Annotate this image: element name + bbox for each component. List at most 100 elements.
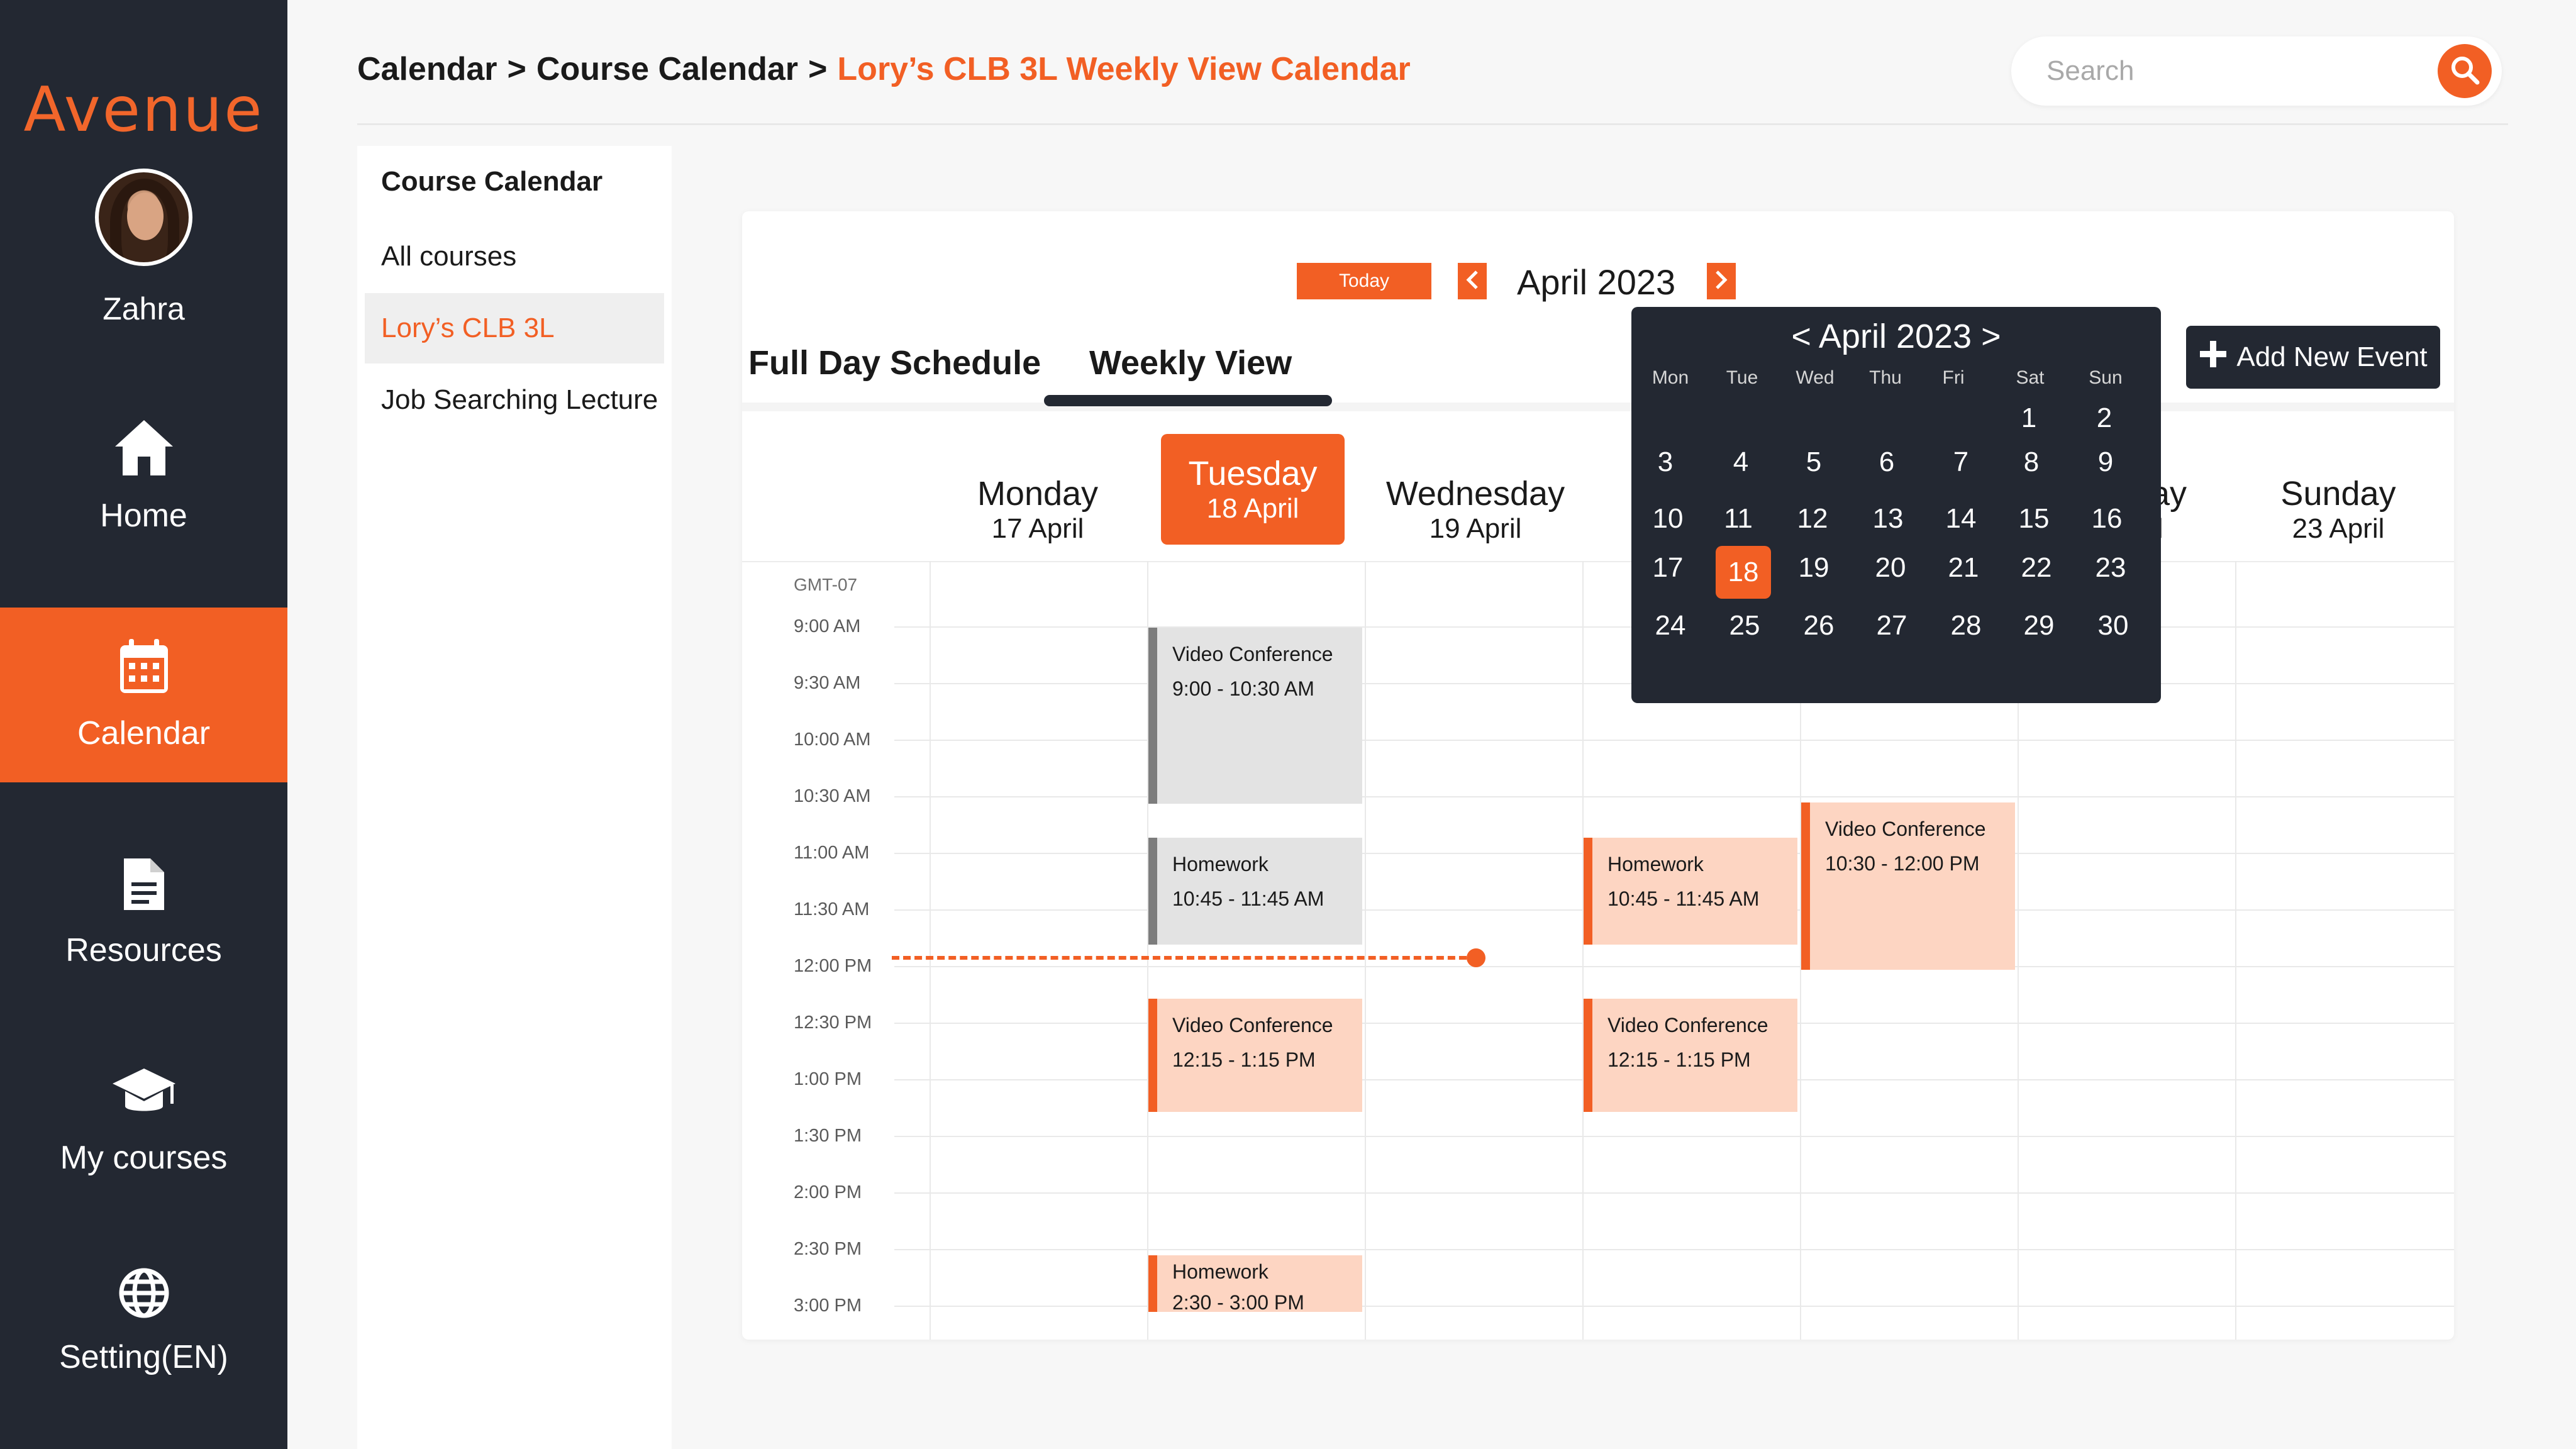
mini-day[interactable]: 24 xyxy=(1639,610,1702,641)
mini-day[interactable]: 29 xyxy=(2007,610,2070,641)
mini-day[interactable]: 13 xyxy=(1857,503,1919,535)
mini-day[interactable]: 16 xyxy=(2075,503,2138,535)
today-button[interactable]: Today xyxy=(1297,263,1431,299)
day-header-wednesday[interactable]: Wednesday 19 April xyxy=(1381,454,1570,565)
breadcrumb-item-calendar[interactable]: Calendar xyxy=(357,50,497,88)
day-header-sunday[interactable]: Sunday 23 April xyxy=(2244,454,2433,565)
sidebar-item-setting[interactable]: Setting(EN) xyxy=(0,1234,287,1409)
prev-month-button[interactable] xyxy=(1458,263,1487,299)
sidebar-item-home[interactable]: Home xyxy=(0,389,287,564)
mini-day[interactable]: 25 xyxy=(1713,610,1776,641)
sidebar-item-calendar[interactable]: Calendar xyxy=(0,608,287,782)
mini-day[interactable]: 19 xyxy=(1782,552,1845,584)
event-video-conference[interactable]: Video Conference 12:15 - 1:15 PM xyxy=(1148,999,1362,1112)
day-header-monday[interactable]: Monday 17 April xyxy=(943,454,1132,565)
mini-day[interactable]: 21 xyxy=(1932,552,1995,584)
time-gridline xyxy=(894,1136,2454,1137)
event-time: 9:00 - 10:30 AM xyxy=(1172,677,1314,700)
mini-day[interactable]: 2 xyxy=(2073,402,2136,434)
mini-day[interactable]: 14 xyxy=(1929,503,1992,535)
course-panel-title: Course Calendar xyxy=(381,166,603,197)
mini-day[interactable]: 7 xyxy=(1929,447,1992,478)
mini-day[interactable]: 23 xyxy=(2079,552,2142,584)
sidebar-item-label: Resources xyxy=(65,932,222,969)
mini-day[interactable]: 4 xyxy=(1709,447,1772,478)
event-time: 12:15 - 1:15 PM xyxy=(1172,1048,1316,1071)
sidebar-item-my-courses[interactable]: My courses xyxy=(0,1034,287,1209)
time-gridline xyxy=(894,1306,2454,1307)
event-video-conference[interactable]: Video Conference 12:15 - 1:15 PM xyxy=(1584,999,1797,1112)
mini-day[interactable]: 28 xyxy=(1935,610,1997,641)
course-item-job-searching[interactable]: Job Searching Lecture xyxy=(365,365,664,435)
mini-day[interactable]: 15 xyxy=(2002,503,2065,535)
current-month: April 2023 xyxy=(1517,262,1676,302)
mini-day[interactable]: 8 xyxy=(2000,447,2063,478)
course-panel: Course Calendar All courses Lory’s CLB 3… xyxy=(357,146,672,1449)
column-divider xyxy=(1582,561,1584,1340)
event-title: Homework xyxy=(1172,853,1269,875)
search-input[interactable] xyxy=(2046,50,2399,92)
mini-day-selected[interactable]: 18 xyxy=(1716,546,1771,599)
day-header-tuesday[interactable]: Tuesday 18 April xyxy=(1161,434,1345,545)
time-gridline xyxy=(894,740,2454,741)
time-gridline xyxy=(894,966,2454,967)
add-new-event-button[interactable]: Add New Event xyxy=(2186,326,2440,389)
event-homework[interactable]: Homework 10:45 - 11:45 AM xyxy=(1148,838,1362,945)
breadcrumb-separator: > xyxy=(507,51,526,87)
time-label: 12:00 PM xyxy=(794,956,872,976)
time-label: 12:30 PM xyxy=(794,1013,872,1033)
search-button[interactable] xyxy=(2438,44,2492,98)
mini-day[interactable]: 3 xyxy=(1634,447,1697,478)
column-divider xyxy=(1365,561,1366,1340)
weekday-label: Thu xyxy=(1869,367,1902,388)
mini-day[interactable]: 1 xyxy=(1997,402,2060,434)
sidebar-item-label: Setting(EN) xyxy=(59,1339,228,1375)
tab-full-day-schedule[interactable]: Full Day Schedule xyxy=(748,343,1041,382)
breadcrumb-current: Lory’s CLB 3L Weekly View Calendar xyxy=(837,51,1411,87)
timezone-label: GMT-07 xyxy=(794,575,858,594)
tab-divider xyxy=(742,402,2454,411)
mini-day[interactable]: 5 xyxy=(1782,447,1845,478)
mini-day[interactable]: 30 xyxy=(2082,610,2145,641)
event-video-conference[interactable]: Video Conference 10:30 - 12:00 PM xyxy=(1801,802,2015,970)
home-icon xyxy=(113,418,175,478)
breadcrumb-separator: > xyxy=(808,51,828,87)
mini-day[interactable]: 20 xyxy=(1859,552,1922,584)
header-row-divider xyxy=(742,561,2454,562)
time-gridline xyxy=(894,1192,2454,1194)
avatar-face xyxy=(127,192,164,240)
search-bar xyxy=(2011,36,2502,106)
next-month-button[interactable] xyxy=(1707,263,1736,299)
course-item-lorys-clb-3l[interactable]: Lory’s CLB 3L xyxy=(365,293,664,364)
tab-weekly-view[interactable]: Weekly View xyxy=(1089,343,1292,382)
event-video-conference[interactable]: Video Conference 9:00 - 10:30 AM xyxy=(1148,628,1362,804)
day-name: Wednesday xyxy=(1385,475,1565,513)
time-label: 2:00 PM xyxy=(794,1182,862,1202)
event-homework[interactable]: Homework 10:45 - 11:45 AM xyxy=(1584,838,1797,945)
mini-day[interactable]: 6 xyxy=(1855,447,1918,478)
time-label: 3:00 PM xyxy=(794,1296,862,1316)
mini-day[interactable]: 11 xyxy=(1707,503,1770,535)
avatar[interactable] xyxy=(95,169,192,266)
chevron-right-icon xyxy=(1714,269,1729,294)
event-title: Video Conference xyxy=(1172,643,1333,665)
day-date: 23 April xyxy=(2292,513,2385,544)
mini-day[interactable]: 22 xyxy=(2005,552,2068,584)
event-time: 10:30 - 12:00 PM xyxy=(1825,852,1980,875)
mini-day[interactable]: 17 xyxy=(1636,552,1699,584)
sidebar-item-resources[interactable]: Resources xyxy=(0,825,287,1000)
mini-day[interactable]: 10 xyxy=(1636,503,1699,535)
time-label: 9:30 AM xyxy=(794,673,861,693)
mini-calendar-title[interactable]: < April 2023 > xyxy=(1631,317,2161,356)
event-homework[interactable]: Homework 2:30 - 3:00 PM xyxy=(1148,1255,1362,1314)
mini-day[interactable]: 26 xyxy=(1787,610,1850,641)
course-item-all[interactable]: All courses xyxy=(365,221,664,292)
mini-day[interactable]: 12 xyxy=(1781,503,1844,535)
day-header-saturday[interactable]: ay il xyxy=(2151,454,2251,565)
mini-day[interactable]: 27 xyxy=(1860,610,1923,641)
app-logo[interactable]: Avenue xyxy=(0,74,287,146)
header-divider xyxy=(357,123,2508,125)
breadcrumb-item-course-calendar[interactable]: Course Calendar xyxy=(536,50,798,88)
day-name: Tuesday xyxy=(1188,455,1318,492)
mini-day[interactable]: 9 xyxy=(2074,447,2137,478)
